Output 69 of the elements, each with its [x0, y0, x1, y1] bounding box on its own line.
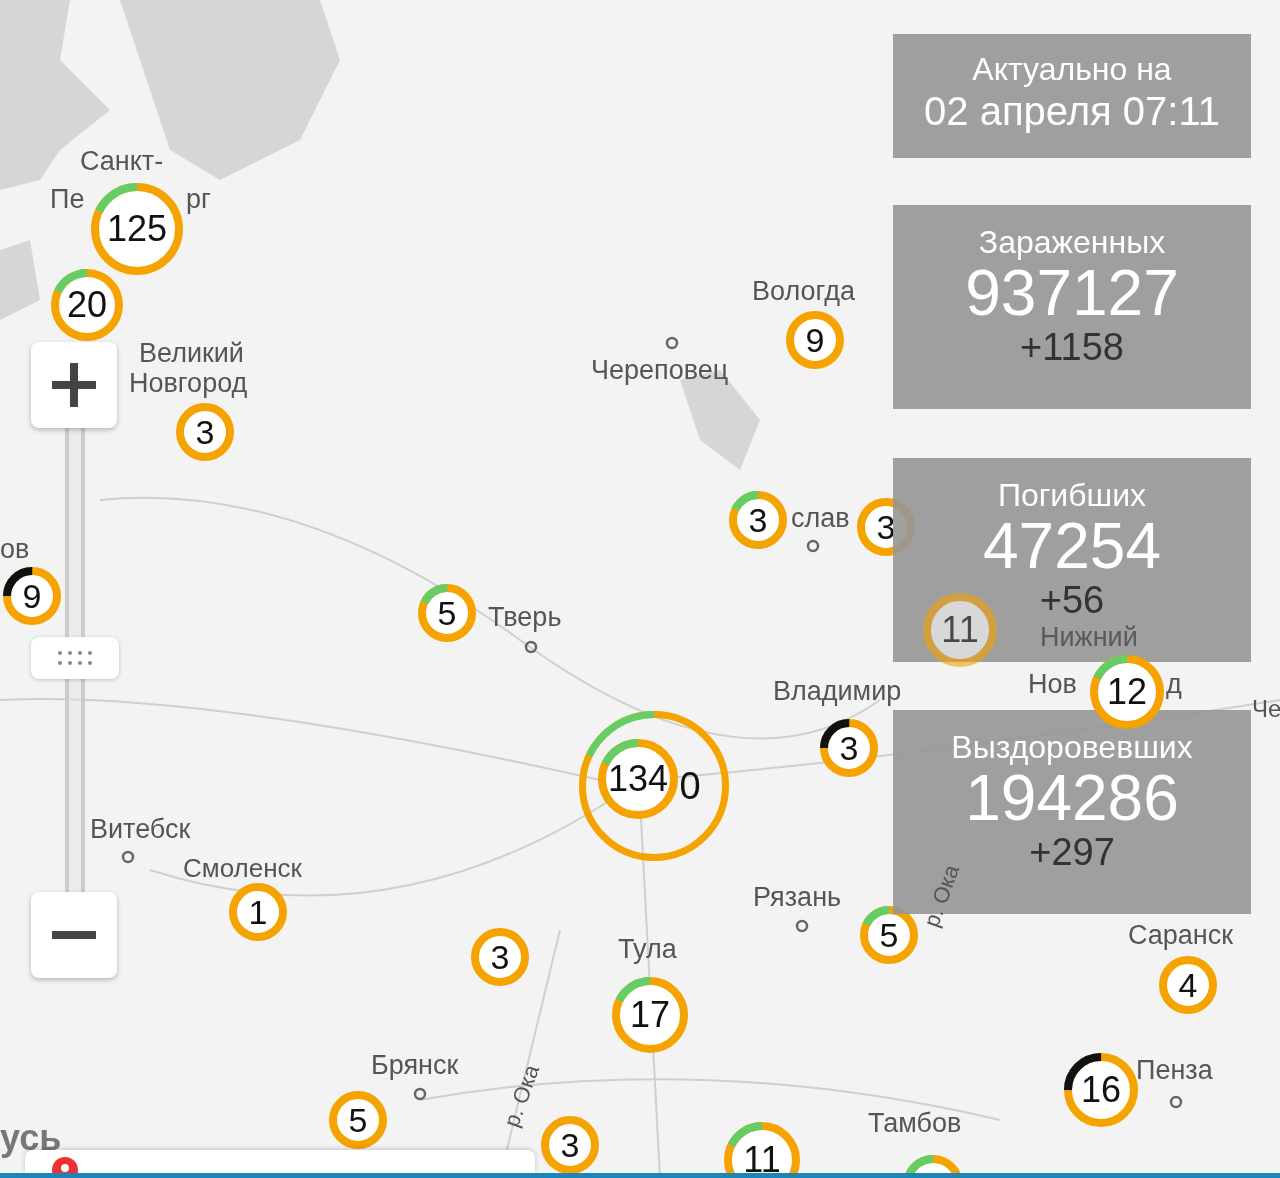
location-pin-icon — [51, 1156, 79, 1173]
zoom-out-button[interactable] — [31, 892, 117, 978]
updated-datetime: 02 апреля 07:11 — [923, 88, 1221, 136]
city-label: д — [1166, 671, 1182, 698]
updated-label: Актуально на — [971, 52, 1173, 88]
cluster-marker[interactable]: 5 — [860, 906, 918, 964]
cluster-marker[interactable]: 1 — [229, 883, 287, 941]
cluster-marker[interactable]: 5 — [418, 584, 476, 642]
city-label: Вологда — [752, 278, 855, 305]
cluster-marker[interactable]: 3 — [176, 403, 234, 461]
town-dot-icon — [413, 1087, 427, 1101]
stat-title: Выздоровевших — [950, 730, 1194, 766]
cluster-marker[interactable]: 5 — [329, 1091, 387, 1149]
cluster-marker[interactable]: 20 — [51, 269, 123, 341]
city-label: Пе — [50, 186, 85, 213]
stat-value: 937127 — [964, 260, 1180, 328]
cluster-marker[interactable]: 12 — [1090, 655, 1164, 729]
stat-title: Зараженных — [977, 225, 1167, 261]
city-label: р. Ока — [920, 862, 964, 930]
cluster-marker[interactable]: 9 — [786, 311, 844, 369]
city-label: слав — [791, 505, 850, 532]
city-label: Витебск — [90, 816, 191, 843]
town-dot-icon — [524, 640, 538, 654]
zoom-slider-track[interactable] — [65, 679, 85, 892]
city-label: Череповец — [591, 357, 729, 384]
cluster-marker[interactable]: 9 — [3, 567, 61, 625]
cluster-marker[interactable]: 16 — [1064, 1053, 1138, 1127]
town-dot-icon — [806, 539, 820, 553]
city-label: Новгород — [129, 370, 248, 397]
stat-value: 47254 — [982, 513, 1162, 581]
city-label: Рязань — [753, 884, 842, 911]
town-dot-icon — [665, 336, 679, 350]
city-label: Владимир — [773, 678, 902, 705]
cluster-marker[interactable]: 4 — [1159, 956, 1217, 1014]
town-dot-icon — [795, 919, 809, 933]
city-label: Нов — [1028, 671, 1077, 698]
city-label: Смоленск — [183, 855, 302, 881]
cluster-marker[interactable]: 17 — [612, 977, 688, 1053]
stat-delta: +56 — [1038, 580, 1106, 623]
town-dot-icon — [1169, 1095, 1183, 1109]
city-label: ов — [0, 536, 30, 563]
city-label: Великий — [139, 340, 244, 367]
town-dot-icon — [121, 850, 135, 864]
cluster-marker[interactable]: 3 — [729, 491, 787, 549]
city-label: Тверь — [488, 604, 562, 631]
city-label: рг — [186, 186, 211, 213]
minus-icon — [52, 931, 96, 939]
stat-value: 194286 — [965, 765, 1179, 833]
grip-icon — [58, 651, 92, 665]
stat-title: Погибших — [996, 478, 1148, 514]
city-label: усь — [0, 1120, 62, 1156]
city-label: Че — [1252, 697, 1280, 721]
zoom-slider-handle[interactable] — [31, 637, 119, 679]
city-label: Тула — [618, 936, 677, 963]
city-label: Санкт- — [80, 148, 164, 175]
city-label: Пенза — [1136, 1057, 1213, 1084]
city-label: р. Ока — [500, 1062, 544, 1130]
cluster-marker[interactable]: 3 — [471, 928, 529, 986]
city-label: Брянск — [371, 1052, 459, 1079]
zoom-slider-track[interactable] — [65, 428, 85, 637]
stat-delta: +1158 — [1019, 327, 1125, 370]
city-label: Тамбов — [868, 1110, 962, 1137]
city-label: Нижний — [1040, 624, 1138, 651]
cluster-marker[interactable]: 3 — [820, 719, 878, 777]
cluster-marker[interactable]: 11 — [923, 593, 997, 667]
cluster-marker[interactable]: 3 — [541, 1116, 599, 1174]
plus-icon — [52, 363, 96, 407]
city-label: Саранск — [1128, 922, 1234, 949]
zoom-in-button[interactable] — [31, 342, 117, 428]
